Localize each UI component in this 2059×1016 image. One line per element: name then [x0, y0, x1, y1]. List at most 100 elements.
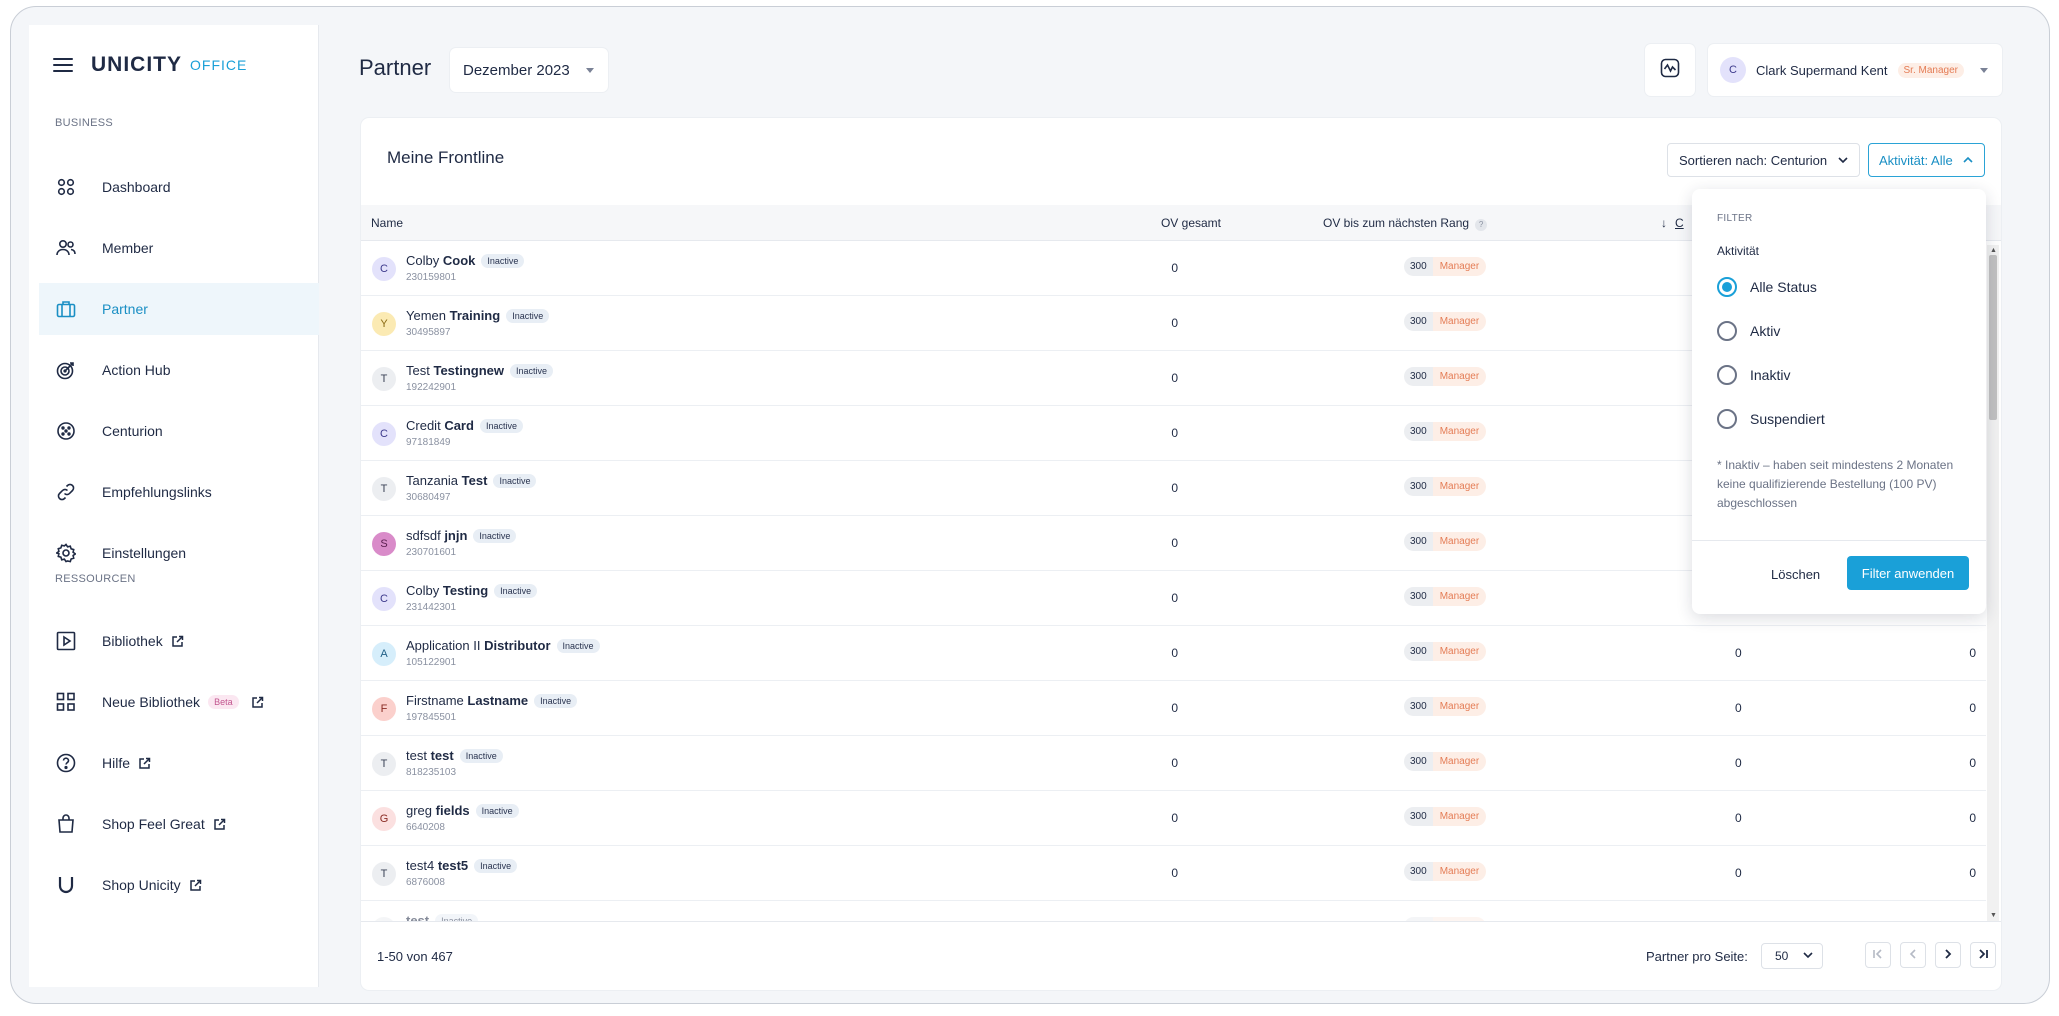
filter-option-suspendiert[interactable]: Suspendiert [1717, 409, 1825, 429]
partner-name[interactable]: test4 test5 Inactive [406, 858, 518, 873]
avatar: C [372, 257, 396, 281]
partner-name[interactable]: Colby Cook Inactive [406, 253, 525, 268]
col-4-value: 0 [1735, 701, 1742, 715]
partner-name[interactable]: test test Inactive [406, 748, 503, 763]
external-link-icon [251, 696, 264, 709]
last-page-button[interactable] [1970, 942, 1996, 968]
sidebar-item-centurion[interactable]: Centurion [39, 405, 319, 457]
radio[interactable] [1717, 321, 1737, 341]
partner-name[interactable]: Test Testingnew Inactive [406, 363, 554, 378]
activity-filter-button[interactable]: Aktivität: Alle [1868, 143, 1985, 177]
first-name: Yemen [406, 308, 446, 323]
col-ov-total[interactable]: OV gesamt [1131, 216, 1221, 230]
activity-button[interactable] [1645, 44, 1695, 96]
sidebar-item-label: Action Hub [102, 362, 171, 378]
rank-badge: 300Manager [1404, 697, 1487, 716]
rank-badge: 300Manager [1404, 587, 1487, 606]
partner-name[interactable]: sdfsdf jnjn Inactive [406, 528, 517, 543]
partner-name[interactable]: Yemen Training Inactive [406, 308, 550, 323]
rank-name: Manager [1432, 862, 1487, 881]
user-menu[interactable]: C Clark Supermand Kent Sr. Manager [1708, 44, 2002, 96]
ov-total: 0 [1171, 701, 1178, 715]
col-name[interactable]: Name [371, 216, 403, 230]
partner-name[interactable]: Tanzania Test Inactive [406, 473, 537, 488]
chevron-down-icon [1802, 949, 1814, 964]
rank-value: 300 [1404, 807, 1433, 826]
sidebar-item-einstellungen[interactable]: Einstellungen [39, 527, 319, 579]
partner-name[interactable]: Firstname Lastname Inactive [406, 693, 578, 708]
scrollbar[interactable]: ▲ ▼ [1987, 245, 1999, 921]
apply-filter-button[interactable]: Filter anwenden [1847, 556, 1969, 590]
sidebar-item-member[interactable]: Member [39, 222, 319, 274]
last-name: Test [461, 473, 488, 488]
col-5-value: 0 [1969, 756, 1976, 770]
sidebar-item-bibliothek[interactable]: Bibliothek [39, 615, 319, 667]
status-badge: Inactive [475, 804, 519, 818]
first-page-icon [1872, 948, 1884, 963]
filter-option-inaktiv[interactable]: Inaktiv [1717, 365, 1790, 385]
menu-icon[interactable] [53, 58, 73, 72]
status-badge: Inactive [459, 749, 503, 763]
filter-title: FILTER [1717, 213, 1753, 224]
rank-badge: 300Manager [1404, 422, 1487, 441]
radio-selected[interactable] [1717, 277, 1737, 297]
status-badge: Inactive [474, 859, 518, 873]
filter-option-aktiv[interactable]: Aktiv [1717, 321, 1780, 341]
status-badge: Inactive [435, 914, 479, 921]
rank-badge: 300Manager [1404, 257, 1487, 276]
rank-badge: 300Manager [1404, 642, 1487, 661]
table-row[interactable]: Ggreg fields Inactive 6640208 0 300 Manager 0 0 [361, 791, 1986, 846]
col-4-value: 0 [1735, 866, 1742, 880]
sidebar-item-partner[interactable]: Partner [39, 283, 319, 335]
scrollbar-thumb[interactable] [1989, 255, 1997, 420]
clear-filter-button[interactable]: Löschen [1771, 567, 1820, 582]
col-4-value: 0 [1735, 646, 1742, 660]
sidebar-item-neue-bibliothek[interactable]: Neue Bibliothek Beta [39, 676, 319, 728]
partner-id: 30680497 [406, 492, 451, 503]
app-window: UNICITY OFFICE BUSINESS Dashboard Member… [10, 6, 2050, 1004]
radio[interactable] [1717, 365, 1737, 385]
first-name: Colby [406, 583, 440, 598]
status-badge: Inactive [506, 309, 550, 323]
partner-id: 197845501 [406, 712, 457, 723]
caret-down-icon [1980, 68, 1988, 73]
sidebar-item-hilfe[interactable]: Hilfe [39, 737, 319, 789]
partner-id: 230701601 [406, 547, 457, 558]
status-badge: Inactive [493, 474, 537, 488]
partner-name[interactable]: greg fields Inactive [406, 803, 519, 818]
col-sorted[interactable]: ↓ C [1661, 216, 1684, 230]
rank-badge: 300Manager [1404, 367, 1487, 386]
table-row[interactable]: Ttest4 test5 Inactive 6876008 0 300 Manager 0 0 [361, 846, 1986, 901]
table-row[interactable]: A Application II Distributor Inactive 10512… [361, 626, 1986, 681]
sidebar-item-dashboard[interactable]: Dashboard [39, 161, 319, 213]
partner-name[interactable]: Colby Testing Inactive [406, 583, 538, 598]
first-page-button[interactable] [1865, 942, 1891, 968]
table-row[interactable]: F Firstname Lastname Inactive 197845501 0 300… [361, 681, 1986, 736]
col-ov-next[interactable]: OV bis zum nächsten Rang? [1323, 216, 1488, 231]
caret-down-icon [586, 68, 594, 73]
sort-button[interactable]: Sortieren nach: Centurion [1667, 143, 1860, 177]
sidebar-item-shop-feel-great[interactable]: Shop Feel Great [39, 798, 319, 850]
option-label: Aktiv [1750, 323, 1781, 339]
table-row[interactable]: T testInactive0300Manager00 [361, 901, 1986, 921]
sidebar-item-shop-unicity[interactable]: Shop Unicity [39, 859, 319, 911]
status-badge: Inactive [479, 419, 523, 433]
radio[interactable] [1717, 409, 1737, 429]
per-page-select[interactable]: 50 [1761, 943, 1823, 969]
sidebar-item-empfehlungslinks[interactable]: Empfehlungslinks [39, 466, 319, 518]
month-select[interactable]: Dezember 2023 [450, 48, 608, 92]
dashboard-icon [55, 176, 77, 198]
next-page-button[interactable] [1935, 942, 1961, 968]
scroll-up-icon[interactable]: ▲ [1990, 247, 1997, 254]
help-icon[interactable]: ? [1475, 219, 1488, 231]
partner-name[interactable]: test Inactive [406, 913, 479, 921]
avatar: S [372, 532, 396, 556]
partner-id: 97181849 [406, 437, 451, 448]
partner-name[interactable]: Application II Distributor Inactive [406, 638, 600, 653]
prev-page-button[interactable] [1900, 942, 1926, 968]
filter-option-alle-status[interactable]: Alle Status [1717, 277, 1817, 297]
table-row[interactable]: Ttest test Inactive 818235103 0 300 Manager 0 0 [361, 736, 1986, 791]
sidebar-item-action-hub[interactable]: Action Hub [39, 344, 319, 396]
partner-name[interactable]: Credit Card Inactive [406, 418, 523, 433]
scroll-down-icon[interactable]: ▼ [1990, 912, 1997, 919]
